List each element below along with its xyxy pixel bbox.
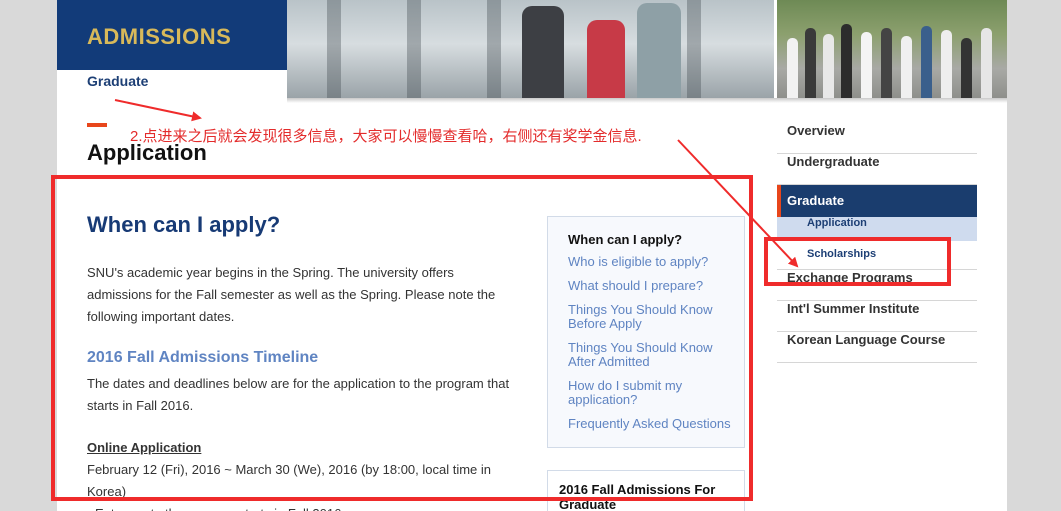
annotation-arrow-left <box>114 99 202 122</box>
annotation-arrows <box>114 99 799 268</box>
annotation-arrow-right <box>677 139 799 268</box>
